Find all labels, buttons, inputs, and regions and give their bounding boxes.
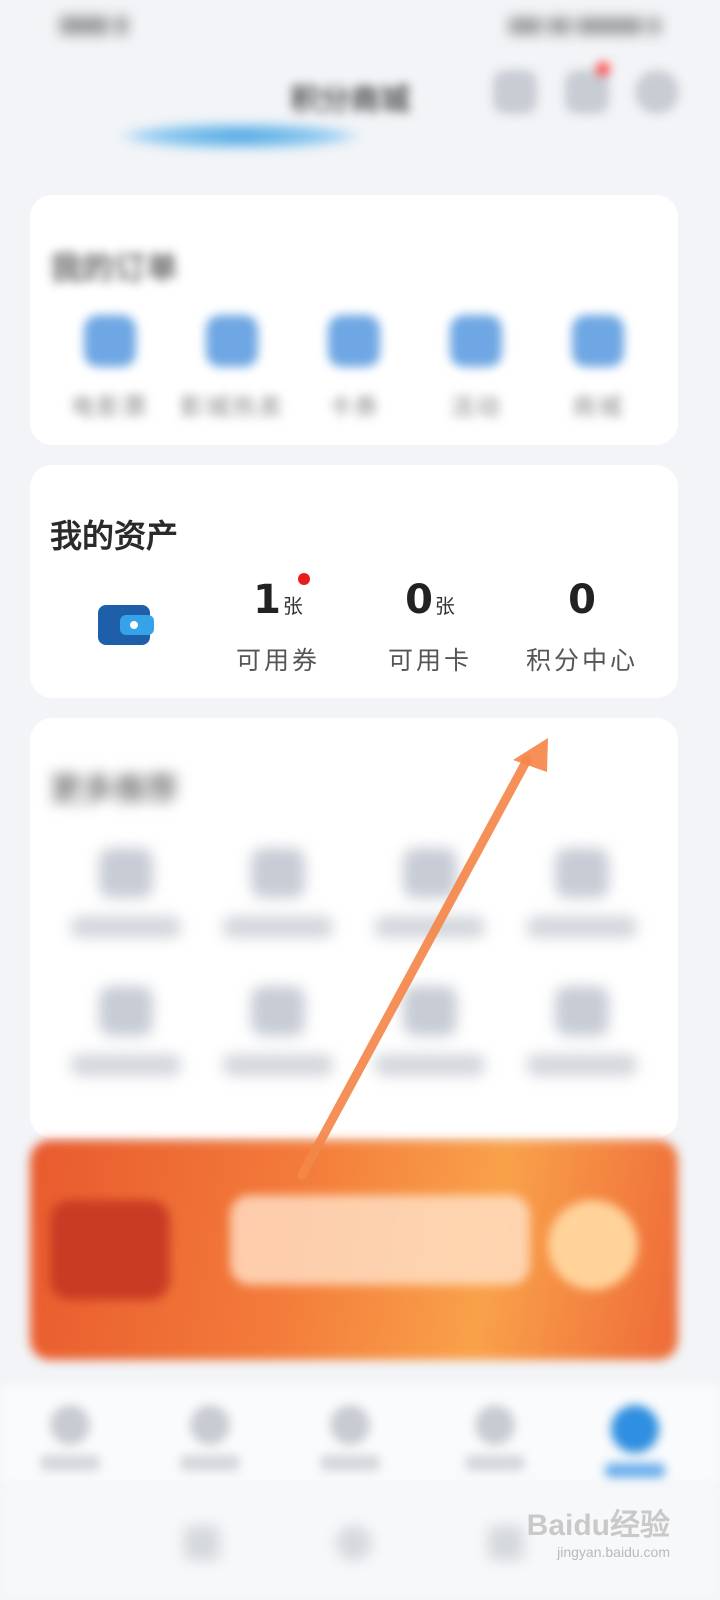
cards-count: 0 (405, 577, 433, 623)
wallet-icon[interactable] (98, 605, 154, 645)
service-icon (555, 848, 609, 898)
points-count: 0 (568, 577, 596, 623)
banner-gift-graphic (50, 1200, 170, 1300)
orders-title: 我的订单 (50, 249, 179, 287)
tab-label (320, 1455, 380, 1471)
asset-coupons[interactable]: 1张 可用券 (208, 577, 348, 677)
service-icon (99, 848, 153, 898)
tab-cinema[interactable] (140, 1405, 280, 1471)
status-icons: ▮▮▮ ▮▮ ▮▮▮▮▮▮ ▮ (508, 12, 660, 36)
service-icon (251, 848, 305, 898)
more-item[interactable] (506, 848, 658, 938)
back-icon[interactable] (488, 1525, 524, 1561)
watermark-brand: Baidu经验 (526, 1509, 670, 1542)
more-item-label (527, 916, 637, 938)
ticket-icon (84, 315, 136, 367)
promo-banner[interactable] (30, 1140, 678, 1360)
order-tickets-label: 电影票 (71, 393, 149, 421)
tab-label (40, 1455, 100, 1471)
points-label: 积分中心 (525, 646, 638, 675)
more-item-label (223, 916, 333, 938)
assets-card: 我的资产 1张 可用券 0张 可用卡 0 积分中心 (30, 465, 678, 698)
more-item[interactable] (354, 986, 506, 1076)
popcorn-icon (206, 315, 258, 367)
coupons-unit: 张 (282, 594, 303, 618)
order-shop-label: 商城 (572, 393, 624, 421)
order-tickets[interactable]: 电影票 (50, 315, 170, 422)
settings-icon[interactable] (635, 70, 679, 114)
more-item[interactable] (50, 848, 202, 938)
activity-icon (450, 315, 502, 367)
more-item-label (527, 1054, 637, 1076)
asset-points[interactable]: 0 积分中心 (512, 577, 652, 677)
film-icon (330, 1405, 370, 1445)
tab-label (465, 1455, 525, 1471)
service-icon (403, 986, 457, 1036)
profile-header: 积分商城 (0, 50, 720, 200)
order-coupons-label: 卡券 (328, 393, 380, 421)
tab-mine[interactable] (565, 1405, 705, 1479)
shop-icon (572, 315, 624, 367)
more-item[interactable] (202, 986, 354, 1076)
tab-movies[interactable] (280, 1405, 420, 1471)
order-activity[interactable]: 活动 (416, 315, 536, 422)
baidu-watermark: Baidu经验 jingyan.baidu.com (527, 1500, 670, 1560)
coupons-badge (298, 573, 310, 585)
banner-headline-graphic (230, 1195, 530, 1285)
home-button-icon[interactable] (336, 1525, 372, 1561)
more-item[interactable] (50, 986, 202, 1076)
order-cinema-hot-label: 影城热卖 (180, 393, 284, 421)
service-icon (403, 848, 457, 898)
service-icon (99, 986, 153, 1036)
menu-icon[interactable] (184, 1525, 220, 1561)
tab-label (605, 1463, 665, 1479)
coupons-count: 1 (253, 577, 281, 623)
more-item[interactable] (202, 848, 354, 938)
banner-badge-graphic (548, 1200, 638, 1290)
discover-icon (475, 1405, 515, 1445)
more-item-label (375, 1054, 485, 1076)
more-item-label (375, 916, 485, 938)
more-card: 更多推荐 (30, 718, 678, 1138)
more-item-label (71, 1054, 181, 1076)
tab-home[interactable] (0, 1405, 140, 1471)
status-bar: ▮▮▮▮ ▮ ▮▮▮ ▮▮ ▮▮▮▮▮▮ ▮ (0, 0, 720, 50)
orders-card: 我的订单 电影票 影城热卖 卡券 活动 商城 (30, 195, 678, 445)
home-icon (50, 1405, 90, 1445)
order-activity-label: 活动 (450, 393, 502, 421)
order-shop[interactable]: 商城 (538, 315, 658, 422)
cards-label: 可用卡 (387, 646, 472, 675)
more-title: 更多推荐 (50, 770, 179, 808)
more-item[interactable] (354, 848, 506, 938)
tab-label (180, 1455, 240, 1471)
message-icon[interactable] (565, 70, 609, 114)
asset-cards[interactable]: 0张 可用卡 (360, 577, 500, 677)
header-decoration (120, 122, 360, 150)
service-icon (555, 986, 609, 1036)
service-icon (251, 986, 305, 1036)
user-icon (611, 1405, 659, 1453)
message-badge (596, 62, 610, 76)
tab-discover[interactable] (425, 1405, 565, 1471)
coupons-label: 可用券 (235, 646, 320, 675)
bottom-tab-bar (0, 1385, 720, 1485)
assets-title: 我的资产 (50, 517, 179, 555)
more-item-label (223, 1054, 333, 1076)
card-icon (328, 315, 380, 367)
more-item-label (71, 916, 181, 938)
order-cinema-hot[interactable]: 影城热卖 (172, 315, 292, 422)
watermark-url: jingyan.baidu.com (557, 1544, 670, 1560)
status-time: ▮▮▮▮ ▮ (60, 12, 128, 37)
more-item[interactable] (506, 986, 658, 1076)
order-coupons[interactable]: 卡券 (294, 315, 414, 422)
cinema-icon (190, 1405, 230, 1445)
scan-icon[interactable] (493, 70, 537, 114)
cards-unit: 张 (434, 594, 455, 618)
user-name[interactable]: 积分商城 (290, 75, 410, 119)
